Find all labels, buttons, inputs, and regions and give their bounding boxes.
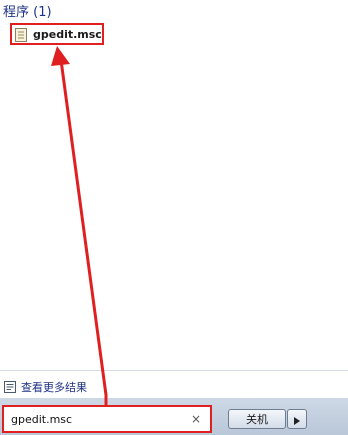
search-results-icon xyxy=(4,381,16,393)
result-item-gpedit[interactable]: gpedit.msc xyxy=(10,23,104,45)
programs-section-label: 程序 (1) xyxy=(3,5,52,20)
result-item-label: gpedit.msc xyxy=(33,27,102,41)
clear-search-icon[interactable]: × xyxy=(189,412,203,426)
divider xyxy=(0,370,348,371)
see-more-results-link[interactable]: 查看更多结果 xyxy=(4,379,87,395)
search-input[interactable] xyxy=(4,411,183,427)
search-box[interactable]: × xyxy=(2,405,212,433)
msc-file-icon xyxy=(15,27,27,42)
shutdown-options-button[interactable] xyxy=(287,409,307,429)
arrow-right-icon xyxy=(294,410,300,429)
see-more-label: 查看更多结果 xyxy=(21,381,87,394)
shutdown-button[interactable]: 关机 xyxy=(228,409,286,429)
